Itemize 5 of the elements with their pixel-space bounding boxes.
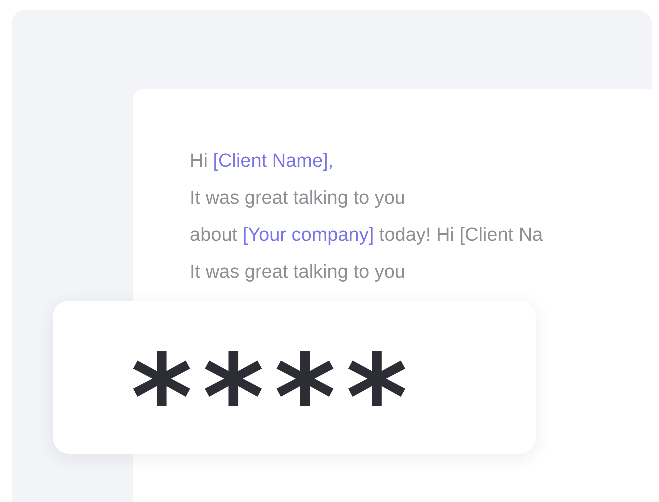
message-line: Hi [Client Name], xyxy=(190,150,335,174)
message-line: It was great talking to you xyxy=(190,187,406,211)
password-mask: **** xyxy=(131,338,418,456)
message-line: It was great talking to you xyxy=(190,261,406,285)
message-line: about [Your company] today! Hi [Client Na xyxy=(190,224,544,248)
